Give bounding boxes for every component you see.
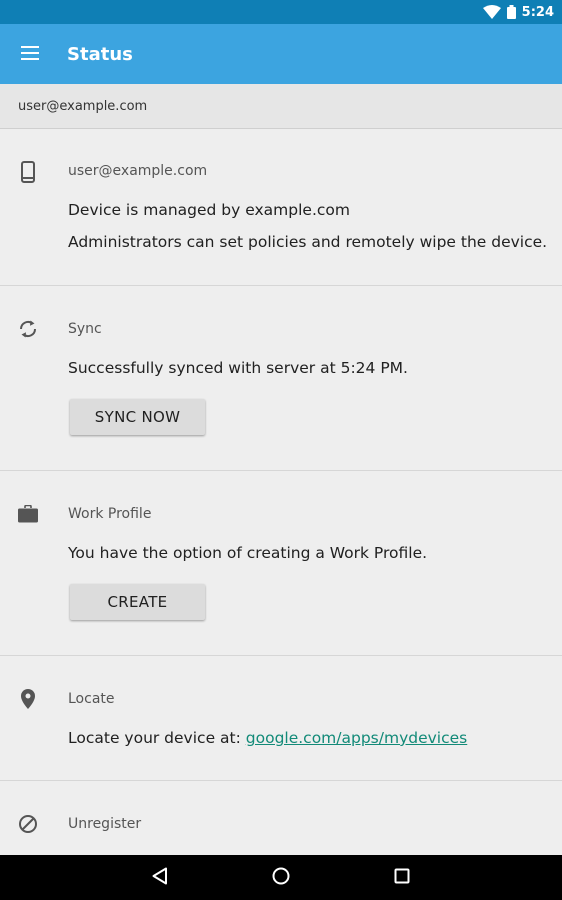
work-profile-text: You have the option of creating a Work P… [68, 544, 428, 562]
status-bar: 5:24 [0, 0, 562, 24]
battery-icon [506, 5, 516, 19]
sync-icon [17, 318, 39, 340]
recents-button[interactable] [382, 858, 422, 898]
briefcase-icon [17, 503, 39, 525]
wifi-icon [482, 5, 501, 19]
back-button[interactable] [140, 858, 180, 898]
home-icon [272, 867, 290, 889]
app-bar: Status [0, 24, 562, 84]
locate-title: Locate [68, 691, 115, 707]
navigation-bar [0, 855, 562, 900]
device-managed-text: Device is managed by example.com [68, 201, 350, 219]
phone-icon [17, 161, 39, 183]
status-content: user@example.com Device is managed by ex… [0, 129, 562, 855]
create-work-profile-button[interactable]: CREATE [70, 584, 205, 620]
menu-button[interactable] [0, 24, 60, 84]
location-pin-icon [17, 688, 39, 710]
work-profile-title: Work Profile [68, 506, 152, 522]
work-profile-section: Work Profile You have the option of crea… [0, 471, 562, 656]
locate-section: Locate Locate your device at: google.com… [0, 656, 562, 781]
sync-now-button[interactable]: SYNC NOW [70, 399, 205, 435]
block-icon [17, 813, 39, 835]
sync-status-text: Successfully synced with server at 5:24 … [68, 359, 408, 377]
locate-prefix: Locate your device at: [68, 729, 246, 747]
page-title: Status [67, 43, 133, 65]
back-icon [152, 867, 168, 889]
home-button[interactable] [261, 858, 301, 898]
menu-icon [21, 45, 39, 64]
device-policy-text: Administrators can set policies and remo… [68, 233, 548, 251]
account-header: user@example.com [0, 84, 562, 129]
account-email: user@example.com [18, 98, 148, 114]
unregister-title: Unregister [68, 816, 142, 832]
locate-text: Locate your device at: google.com/apps/m… [68, 729, 467, 747]
device-account-title: user@example.com [68, 163, 208, 179]
sync-section: Sync Successfully synced with server at … [0, 286, 562, 471]
device-section: user@example.com Device is managed by ex… [0, 129, 562, 286]
sync-title: Sync [68, 321, 102, 337]
status-time: 5:24 [521, 4, 554, 20]
unregister-section[interactable]: Unregister [0, 781, 562, 855]
mydevices-link[interactable]: google.com/apps/mydevices [246, 729, 467, 747]
recents-icon [394, 868, 410, 888]
